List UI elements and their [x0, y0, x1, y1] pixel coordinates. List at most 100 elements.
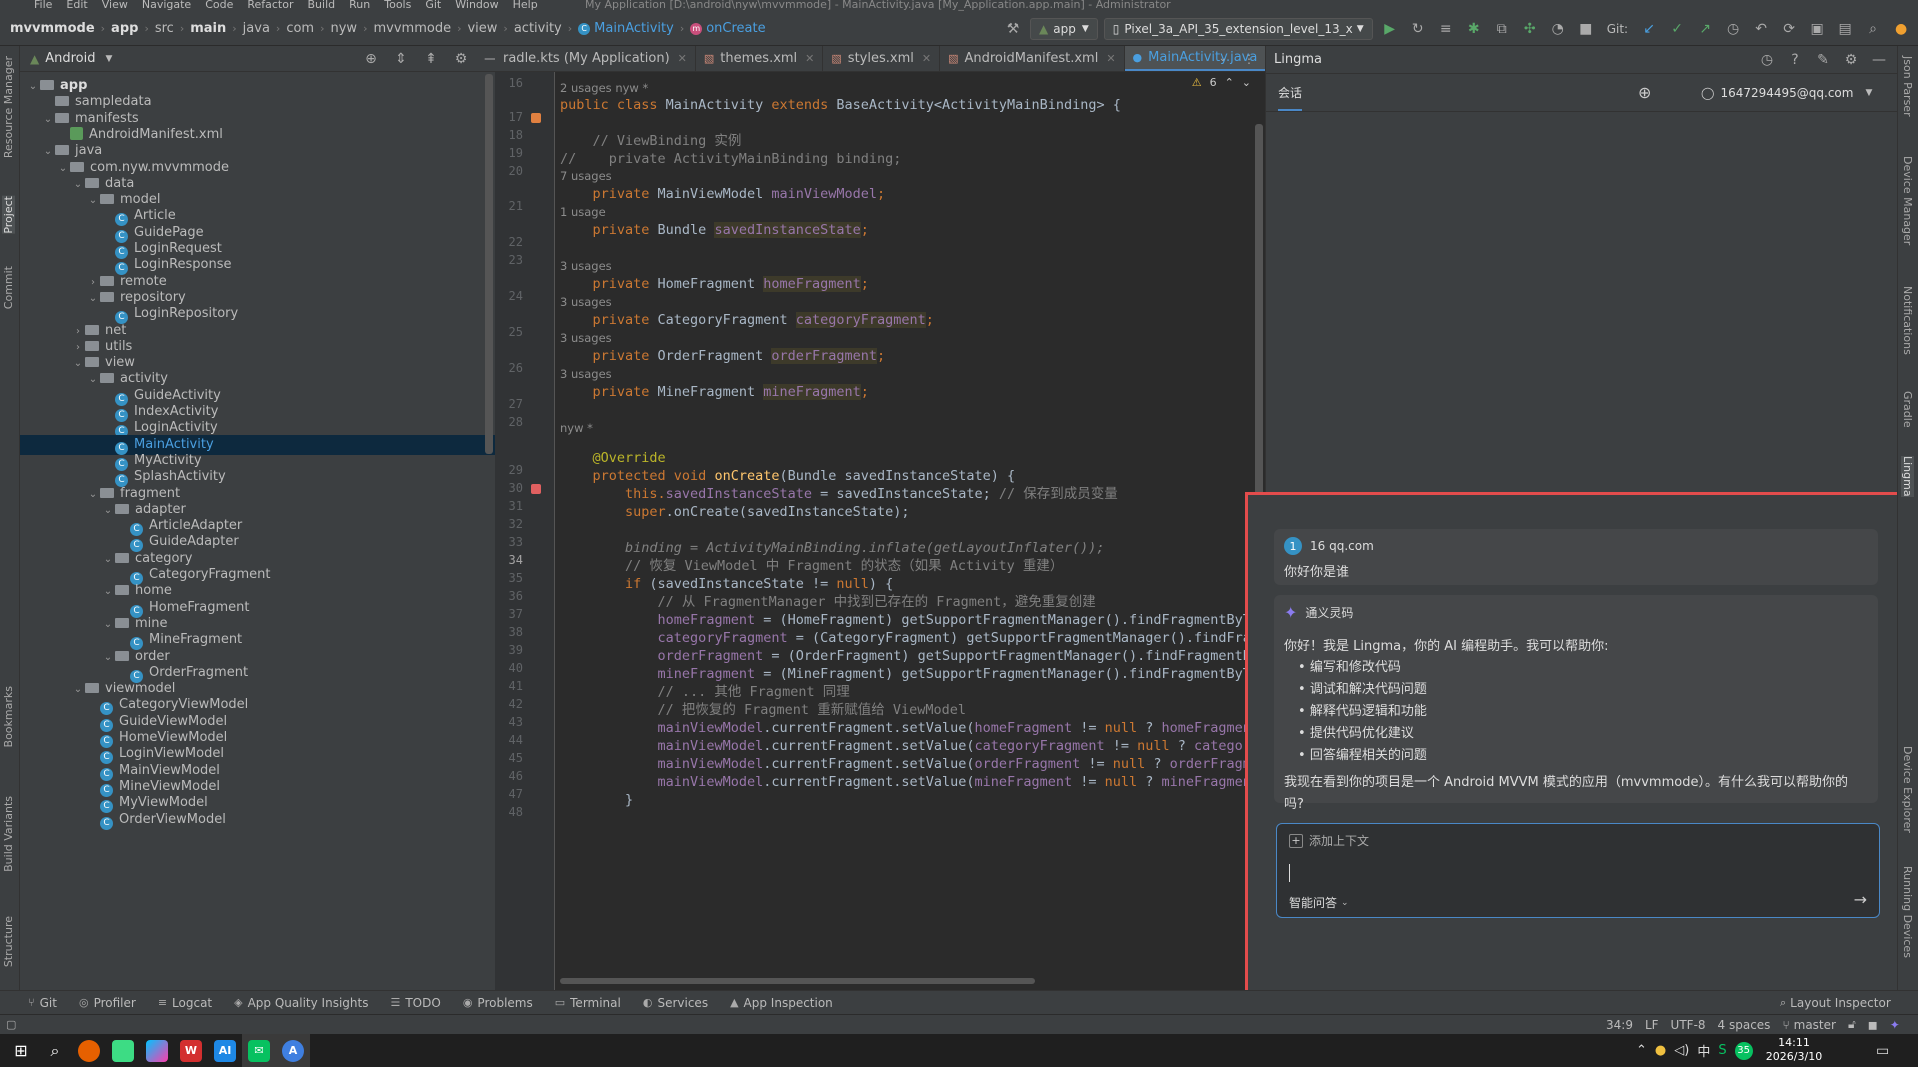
git-update-icon[interactable]: ↙	[1638, 18, 1660, 40]
running-devices-tab[interactable]: Running Devices	[1901, 866, 1914, 958]
profile-icon[interactable]: ✣	[1519, 18, 1541, 40]
git-branch[interactable]: ⑂ master	[1782, 1018, 1836, 1032]
add-context-button[interactable]: 添加上下文	[1309, 832, 1369, 849]
chevron-down-icon[interactable]: ▼	[1865, 88, 1872, 98]
usages-hint[interactable]: 3 usages	[560, 258, 612, 274]
history-icon[interactable]: ◷	[1722, 18, 1744, 40]
author-hint[interactable]: nyw *	[560, 420, 593, 436]
apply-changes-icon[interactable]: ≡	[1435, 18, 1457, 40]
coverage-icon[interactable]: ◔	[1547, 18, 1569, 40]
close-icon[interactable]: ✕	[678, 52, 687, 65]
lingma-tab[interactable]: Lingma	[1901, 456, 1914, 497]
editor-tab[interactable]: ▧ styles.xml ✕	[823, 46, 941, 71]
layout-inspector-button[interactable]: Layout Inspector	[1790, 996, 1891, 1010]
build-variants-tab[interactable]: Build Variants	[2, 796, 15, 872]
file-encoding[interactable]: UTF-8	[1671, 1018, 1706, 1032]
gear-icon[interactable]: ⚙	[1840, 49, 1862, 71]
gear-icon[interactable]: ⚙	[450, 48, 472, 70]
tool-window-problems[interactable]: ◉ Problems	[463, 996, 533, 1010]
json-parser-tab[interactable]: Json Parser	[1901, 56, 1914, 117]
device-explorer-tab[interactable]: Device Explorer	[1901, 746, 1914, 833]
code-editor[interactable]: ⚠ 6 ⌃ ⌄ 2 usages nyw * public class MainAc…	[556, 72, 1265, 990]
avd-manager-icon[interactable]: ▤	[1834, 18, 1856, 40]
breadcrumb-item[interactable]: mvvmmode	[373, 21, 451, 36]
editor-tab[interactable]: radle.kts (My Application) ✕	[495, 46, 696, 71]
tree-item[interactable]: C OrderViewModel	[20, 810, 495, 830]
history-icon[interactable]: ◷	[1756, 49, 1778, 71]
windows-start-icon[interactable]: ⊞	[4, 1034, 38, 1067]
device-manager-tab[interactable]: Device Manager	[1901, 156, 1914, 245]
new-chat-icon[interactable]: ⊕	[1638, 83, 1651, 102]
editor-horizontal-scrollbar[interactable]	[560, 978, 1035, 984]
tray-app-icon[interactable]: ●	[1655, 1043, 1666, 1058]
chevron-up-icon[interactable]: ⌃	[1636, 1043, 1647, 1058]
editor-tab[interactable]: ▧ themes.xml ✕	[696, 46, 824, 71]
usages-hint[interactable]: 3 usages	[560, 366, 612, 382]
chat-input-box[interactable]: + 添加上下文 智能问答 ⌄ →	[1276, 823, 1880, 918]
menu-git[interactable]: Git	[425, 0, 441, 10]
run-config-select[interactable]: ▲ app ▼	[1030, 18, 1098, 40]
collapse-all-icon[interactable]: ⇞	[420, 48, 442, 70]
tray-green-icon[interactable]: S	[1718, 1043, 1726, 1058]
breadcrumb-item[interactable]: com	[286, 21, 314, 36]
attach-debugger-icon[interactable]: ⧉	[1491, 18, 1513, 40]
breadcrumb-item[interactable]: nyw	[331, 21, 358, 36]
layout-toggle-icon[interactable]: ▢	[6, 1018, 16, 1031]
tool-window-app-quality-insights[interactable]: ◈ App Quality Insights	[234, 996, 368, 1010]
stop-icon[interactable]: ■	[1575, 18, 1597, 40]
tool-window-terminal[interactable]: ▭ Terminal	[555, 996, 621, 1010]
breadcrumb-item[interactable]: MainActivity	[594, 21, 674, 36]
menu-help[interactable]: Help	[513, 0, 538, 10]
firefox-icon[interactable]	[72, 1034, 106, 1067]
device-select[interactable]: ▯ Pixel_3a_API_35_extension_level_13_x ▼	[1103, 18, 1373, 40]
help-icon[interactable]: ?	[1784, 49, 1806, 71]
account-email[interactable]: 1647294495@qq.com	[1720, 86, 1853, 100]
ai-app-icon[interactable]: AI	[208, 1034, 242, 1067]
menu-run[interactable]: Run	[349, 0, 370, 10]
line-separator[interactable]: LF	[1645, 1018, 1659, 1032]
hammer-icon[interactable]: ⚒	[1002, 18, 1024, 40]
rerun-icon[interactable]: ↻	[1407, 18, 1429, 40]
menu-tools[interactable]: Tools	[384, 0, 411, 10]
minimize-icon[interactable]: —	[1868, 49, 1890, 71]
chevron-down-icon[interactable]: ⌄	[1341, 898, 1349, 908]
breadcrumb-item[interactable]: main	[190, 21, 226, 36]
project-tab[interactable]: Project	[2, 196, 15, 234]
usages-hint[interactable]: 7 usages	[560, 168, 612, 184]
device-mirror-icon[interactable]: ▣	[1806, 18, 1828, 40]
installer-icon[interactable]: A	[276, 1034, 310, 1067]
edit-icon[interactable]: ✎	[1812, 49, 1834, 71]
chevron-up-icon[interactable]: ⌃	[1225, 76, 1234, 89]
locate-icon[interactable]: ⊕	[360, 48, 382, 70]
tool-window-services[interactable]: ◐ Services	[643, 996, 708, 1010]
usages-hint[interactable]: 3 usages	[560, 330, 612, 346]
tab-conversation[interactable]: 会话	[1278, 74, 1303, 111]
volume-icon[interactable]: ◁)	[1674, 1043, 1689, 1058]
chevron-down-icon[interactable]: ⌄	[1219, 53, 1227, 64]
wps-icon[interactable]: W	[174, 1034, 208, 1067]
sync-gradle-icon[interactable]: ⟳	[1778, 18, 1800, 40]
editor-tab[interactable]: ▧ AndroidManifest.xml ✕	[940, 46, 1125, 71]
expand-all-icon[interactable]: ⇕	[390, 48, 412, 70]
menu-refactor[interactable]: Refactor	[247, 0, 293, 10]
breadcrumb-item[interactable]: view	[467, 21, 497, 36]
git-push-icon[interactable]: ↗	[1694, 18, 1716, 40]
menu-window[interactable]: Window	[455, 0, 498, 10]
input-method-indicator[interactable]: 中	[1697, 1041, 1710, 1060]
usages-hint[interactable]: 1 usage	[560, 204, 606, 220]
tool-window-git[interactable]: ⑂ Git	[28, 996, 57, 1010]
bookmarks-tab[interactable]: Bookmarks	[2, 686, 15, 747]
notifications-tab[interactable]: Notifications	[1901, 286, 1914, 355]
mode-select[interactable]: 智能问答	[1289, 894, 1337, 911]
tool-window-profiler[interactable]: ◎ Profiler	[79, 996, 136, 1010]
git-commit-icon[interactable]: ✓	[1666, 18, 1688, 40]
colorful-app-icon[interactable]	[140, 1034, 174, 1067]
breadcrumb-item[interactable]: java	[243, 21, 270, 36]
chevron-down-icon[interactable]: ▼	[106, 54, 113, 64]
tool-window-todo[interactable]: ☰ TODO	[390, 996, 440, 1010]
more-tabs-icon[interactable]: ⋮	[1243, 52, 1255, 66]
undo-icon[interactable]: ↶	[1750, 18, 1772, 40]
search-icon[interactable]: ⌕	[1862, 18, 1884, 40]
commit-tab[interactable]: Commit	[2, 266, 15, 309]
caret-position[interactable]: 34:9	[1606, 1018, 1633, 1032]
